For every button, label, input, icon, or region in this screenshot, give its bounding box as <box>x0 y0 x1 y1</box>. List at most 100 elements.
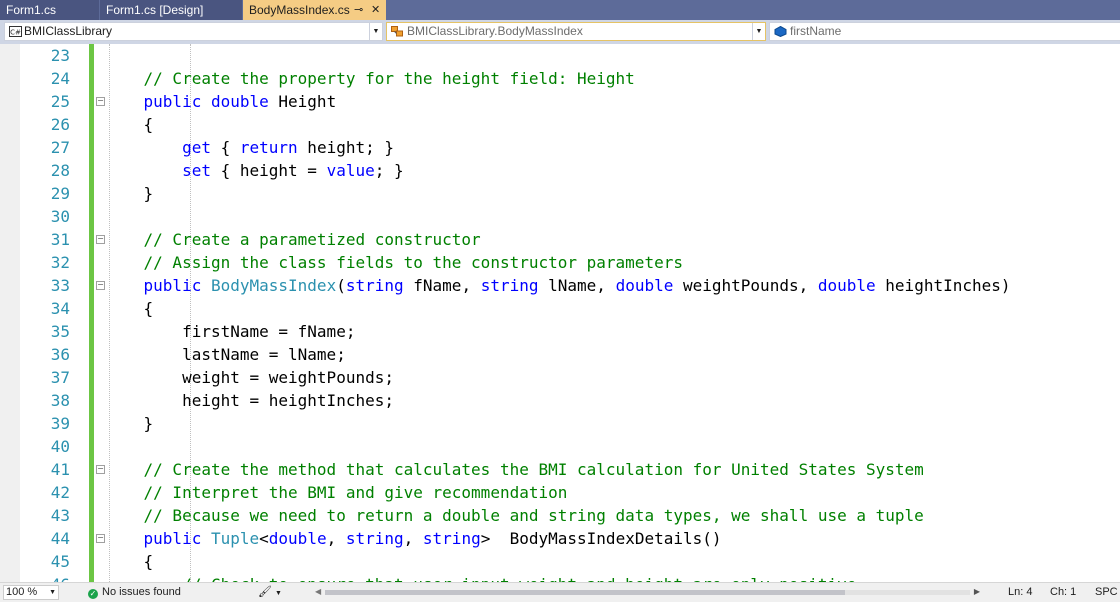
line-indicator[interactable]: Ln: 4 <box>1008 585 1032 600</box>
svg-text:C#: C# <box>10 29 21 37</box>
code-line[interactable]: weight = weightPounds; <box>105 366 394 389</box>
issues-text: No issues found <box>102 586 181 598</box>
code-editor[interactable]: 23 24 // Create the property for the heig… <box>0 44 1120 582</box>
code-line[interactable]: firstName = fName; <box>105 320 355 343</box>
code-type: BodyMassIndex <box>210 276 337 295</box>
code-text: fName, <box>403 276 481 295</box>
code-keyword: double <box>210 92 269 111</box>
line-number: 43 <box>50 506 70 525</box>
code-keyword: get <box>182 138 211 157</box>
whitespace-mode[interactable]: SPC <box>1095 585 1118 600</box>
type-dropdown-value: BMIClassLibrary.BodyMassIndex <box>407 24 583 38</box>
chevron-down-icon: ▼ <box>275 590 282 597</box>
scrollbar-thumb[interactable] <box>325 590 845 595</box>
code-line[interactable]: // Create the method that calculates the… <box>105 458 924 481</box>
zoom-dropdown[interactable]: 100 % ▼ <box>3 585 59 600</box>
check-circle-icon: ✓ <box>88 589 98 599</box>
code-text: ( <box>336 276 346 295</box>
code-comment: // Create a parametized constructor <box>105 230 481 249</box>
zoom-level: 100 % <box>6 586 38 598</box>
collapse-icon[interactable]: − <box>96 465 105 474</box>
line-number: 39 <box>50 414 70 433</box>
chevron-down-icon: ▼ <box>49 589 56 596</box>
line-number: 45 <box>50 552 70 571</box>
type-dropdown[interactable]: BMIClassLibrary.BodyMassIndex ▼ <box>386 22 766 41</box>
close-tab-icon[interactable]: ✕ <box>371 0 380 20</box>
pin-tab-icon[interactable]: ⊸ <box>354 0 363 20</box>
code-text: firstName = fName; <box>105 322 356 341</box>
code-text: lName, <box>538 276 616 295</box>
code-keyword: string <box>422 529 481 548</box>
scroll-left-icon[interactable]: ◀ <box>315 587 321 596</box>
tab-label: Form1.cs [Design] <box>106 3 204 17</box>
navigation-bar: C# BMIClassLibrary ▼ BMIClassLibrary.Bod… <box>0 20 1120 44</box>
indicator-margin <box>0 44 20 582</box>
line-number: 31 <box>50 230 70 249</box>
code-line[interactable]: // Assign the class fields to the constr… <box>105 251 683 274</box>
tab-bodymassindex-cs[interactable]: BodyMassIndex.cs ⊸ ✕ <box>243 0 386 20</box>
code-line[interactable]: // Interpret the BMI and give recommenda… <box>105 481 568 504</box>
code-line[interactable]: height = heightInches; <box>105 389 394 412</box>
code-keyword: public <box>143 92 202 111</box>
code-text: heightInches) <box>875 276 1011 295</box>
code-line[interactable]: // Check to ensure that user input weigh… <box>105 573 856 582</box>
line-number: 25 <box>50 92 70 111</box>
code-line[interactable]: get { return height; } <box>105 136 394 159</box>
code-text: { <box>105 552 154 571</box>
code-line[interactable]: { <box>105 297 154 320</box>
code-keyword: return <box>239 138 298 157</box>
code-line[interactable]: lastName = lName; <box>105 343 346 366</box>
line-number: 38 <box>50 391 70 410</box>
code-line[interactable]: // Create the property for the height fi… <box>105 67 635 90</box>
collapse-icon[interactable]: − <box>96 281 105 290</box>
code-keyword: string <box>345 276 404 295</box>
code-line[interactable]: // Create a parametized constructor <box>105 228 481 251</box>
code-line[interactable]: set { height = value; } <box>105 159 404 182</box>
code-text: weight = weightPounds; <box>105 368 394 387</box>
tab-label: BodyMassIndex.cs <box>249 3 350 17</box>
code-text: { <box>210 138 240 157</box>
issues-indicator[interactable]: ✓ No issues found <box>88 585 181 600</box>
code-line[interactable]: } <box>105 412 154 435</box>
field-icon <box>774 26 787 37</box>
project-dropdown[interactable]: C# BMIClassLibrary ▼ <box>4 22 383 41</box>
document-tab-bar: Form1.cs Form1.cs [Design] BodyMassIndex… <box>0 0 1120 20</box>
member-dropdown[interactable]: firstName <box>769 22 1120 41</box>
tab-form1-cs[interactable]: Form1.cs <box>0 0 99 20</box>
line-number: 40 <box>50 437 70 456</box>
code-line[interactable]: public double Height <box>105 90 337 113</box>
line-number: 28 <box>50 161 70 180</box>
line-number: 36 <box>50 345 70 364</box>
code-cleanup-button[interactable]: 🖌 ▼ <box>258 585 282 601</box>
code-line[interactable]: } <box>105 182 154 205</box>
code-comment: // Assign the class fields to the constr… <box>105 253 683 272</box>
code-text: , <box>403 529 423 548</box>
code-comment: // Create the property for the height fi… <box>105 69 635 88</box>
collapse-icon[interactable]: − <box>96 97 105 106</box>
column-indicator[interactable]: Ch: 1 <box>1050 585 1076 600</box>
code-line[interactable]: { <box>105 550 154 573</box>
chevron-down-icon: ▼ <box>369 23 382 40</box>
collapse-icon[interactable]: − <box>96 235 105 244</box>
tab-label: Form1.cs <box>6 3 57 17</box>
line-number: 37 <box>50 368 70 387</box>
code-line[interactable]: public Tuple<double, string, string> Bod… <box>105 527 722 550</box>
scroll-right-icon[interactable]: ▶ <box>974 587 980 596</box>
csharp-project-icon: C# <box>9 26 22 37</box>
horizontal-scrollbar[interactable]: ◀ ▶ <box>315 587 980 598</box>
code-text: Height <box>268 92 337 111</box>
code-line[interactable]: { <box>105 113 154 136</box>
line-number: 26 <box>50 115 70 134</box>
line-number: 23 <box>50 46 70 65</box>
status-bar: 100 % ▼ ✓ No issues found 🖌 ▼ ◀ ▶ Ln: 4 C… <box>0 582 1120 602</box>
tab-form1-design[interactable]: Form1.cs [Design] <box>100 0 242 20</box>
collapse-icon[interactable]: − <box>96 534 105 543</box>
code-keyword: set <box>182 161 211 180</box>
code-line[interactable]: // Because we need to return a double an… <box>105 504 924 527</box>
code-text: { <box>105 299 154 318</box>
line-number: 46 <box>20 573 70 582</box>
code-line[interactable]: public BodyMassIndex(string fName, strin… <box>105 274 1011 297</box>
